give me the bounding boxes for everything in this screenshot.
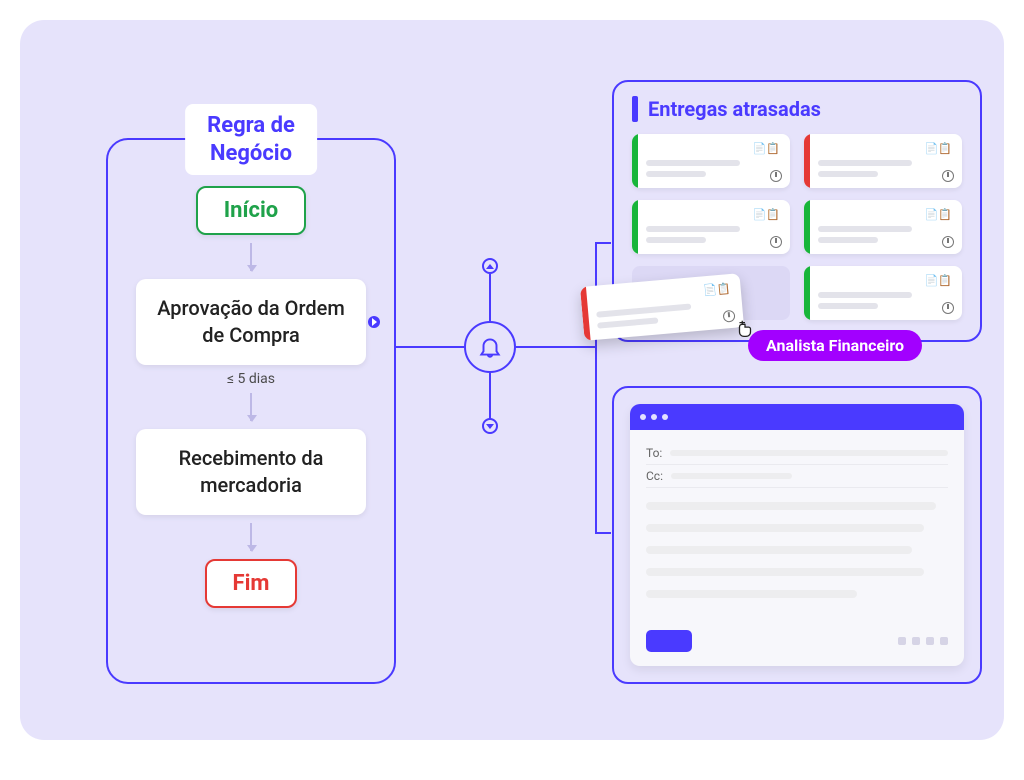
window-dot-icon [640, 414, 646, 420]
branch-play-icon [368, 316, 380, 328]
email-footer-actions [898, 637, 948, 645]
clock-icon [942, 170, 954, 182]
business-rule-title: Regra de Negócio [185, 104, 317, 175]
footer-action-icon[interactable] [898, 637, 906, 645]
flow-end-node: Fim [205, 559, 298, 608]
card-meta-icons: 📄📋 [818, 208, 952, 221]
email-body: To: Cc: [630, 430, 964, 620]
email-send-button[interactable] [646, 630, 692, 652]
window-dot-icon [662, 414, 668, 420]
flow-stage-approval: Aprovação da Ordem de Compra [136, 279, 366, 365]
status-stripe-green [804, 266, 810, 320]
placeholder-line [646, 568, 924, 576]
email-cc-label: Cc: [646, 469, 663, 483]
flow-column: Início Aprovação da Ordem de Compra ≤ 5 … [136, 186, 366, 608]
task-card[interactable]: 📄📋 [804, 200, 962, 254]
flow-stage-receiving: Recebimento da mercadoria [136, 429, 366, 515]
connector-line [489, 373, 491, 420]
footer-action-icon[interactable] [912, 637, 920, 645]
status-stripe-red [580, 287, 591, 341]
flow-sla-label: ≤ 5 dias [227, 371, 275, 387]
card-meta-icons: 📄📋 [646, 208, 780, 221]
email-window: To: Cc: [630, 404, 964, 666]
connector-arrow-down-icon [482, 418, 498, 434]
placeholder-line [646, 590, 857, 598]
placeholder-line [646, 524, 924, 532]
email-to-label: To: [646, 446, 662, 460]
email-titlebar [630, 404, 964, 430]
alert-bell-node [464, 321, 516, 373]
placeholder-line [670, 450, 948, 456]
card-meta-icons: 📄📋 [818, 274, 952, 287]
email-footer [630, 620, 964, 666]
flow-arrow-icon [250, 393, 252, 421]
footer-action-icon[interactable] [926, 637, 934, 645]
connector-line [396, 346, 464, 348]
diagram-canvas: Regra de Negócio Início Aprovação da Ord… [20, 20, 1004, 740]
flow-arrow-icon [250, 523, 252, 551]
clock-icon [770, 170, 782, 182]
flow-arrow-icon [250, 243, 252, 271]
email-cc-row: Cc: [646, 465, 948, 488]
task-card[interactable]: 📄📋 [632, 134, 790, 188]
email-panel: To: Cc: [612, 386, 982, 684]
status-stripe-green [804, 200, 810, 254]
connector-arrow-up-icon [482, 258, 498, 274]
bell-icon [477, 334, 503, 360]
clock-icon [770, 236, 782, 248]
card-meta-icons: 📄📋 [595, 282, 732, 307]
connector-line [595, 532, 611, 534]
window-dot-icon [651, 414, 657, 420]
status-stripe-green [632, 200, 638, 254]
placeholder-line [646, 546, 912, 554]
accent-bar [632, 96, 638, 122]
late-deliveries-header: Entregas atrasadas [632, 96, 962, 122]
task-card[interactable]: 📄📋 [632, 200, 790, 254]
connector-line [489, 274, 491, 321]
role-badge: Analista Financeiro [748, 330, 922, 361]
flow-stage-approval-label: Aprovação da Ordem de Compra [157, 296, 345, 347]
placeholder-line [646, 502, 936, 510]
clock-icon [942, 236, 954, 248]
footer-action-icon[interactable] [940, 637, 948, 645]
connector-line [516, 346, 596, 348]
task-card[interactable]: 📄📋 [804, 266, 962, 320]
card-meta-icons: 📄📋 [646, 142, 780, 155]
late-deliveries-title: Entregas atrasadas [648, 97, 821, 121]
rule-title-line2: Negócio [210, 141, 292, 166]
placeholder-line [671, 473, 792, 479]
flow-start-node: Início [196, 186, 306, 235]
clock-icon [942, 302, 954, 314]
connector-line [595, 242, 611, 244]
status-stripe-red [804, 134, 810, 188]
task-card[interactable]: 📄📋 [804, 134, 962, 188]
business-rule-panel: Regra de Negócio Início Aprovação da Ord… [106, 138, 396, 684]
email-to-row: To: [646, 442, 948, 465]
rule-title-line1: Regra de [207, 113, 295, 138]
card-meta-icons: 📄📋 [818, 142, 952, 155]
status-stripe-green [632, 134, 638, 188]
